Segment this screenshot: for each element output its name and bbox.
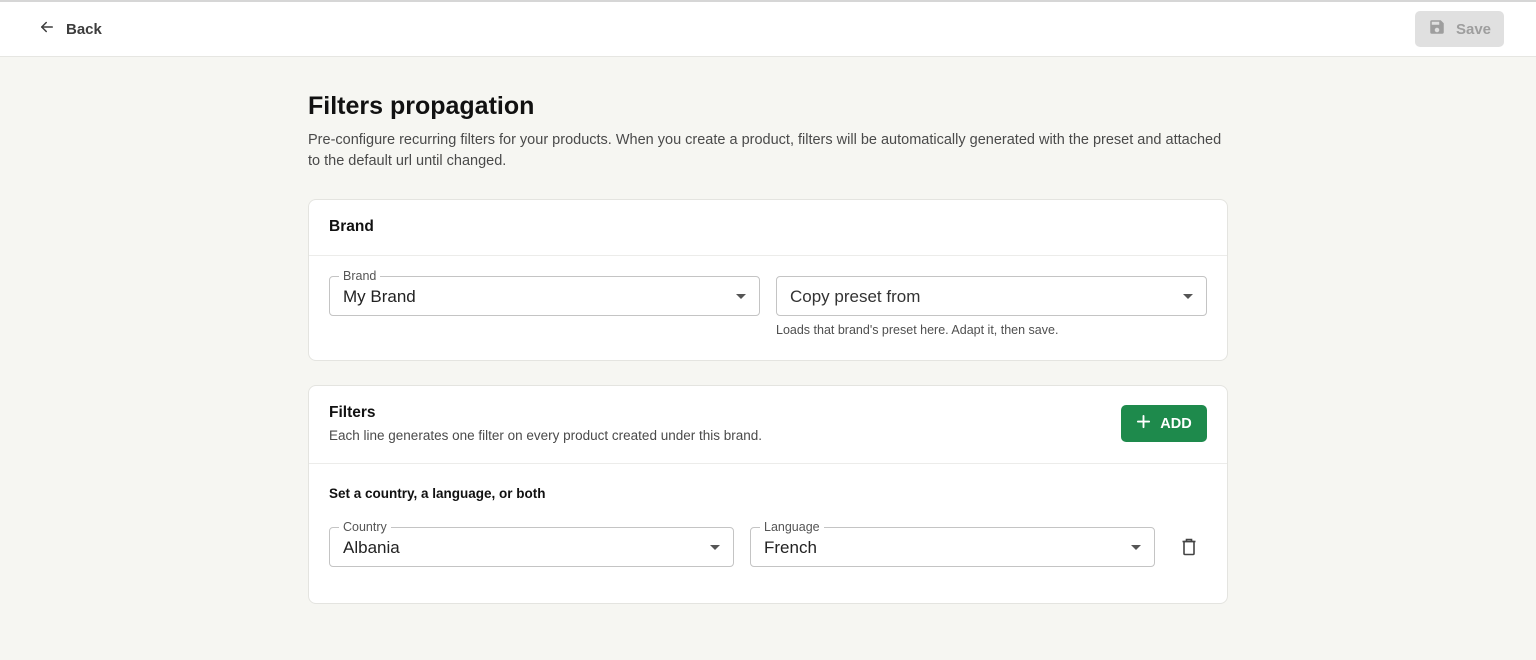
arrow-left-icon [38,18,56,40]
top-bar: Back Save [0,0,1536,57]
country-select[interactable]: Country Albania [329,519,734,567]
chevron-down-icon [710,545,720,550]
brand-select[interactable]: Brand My Brand [329,268,760,316]
language-select-label: Language [760,519,824,535]
brand-select-value: My Brand [343,287,416,306]
trash-icon [1181,538,1197,561]
page-title: Filters propagation [308,92,535,120]
copy-preset-helper: Loads that brand's preset here. Adapt it… [776,323,1059,337]
back-button[interactable]: Back [38,16,102,42]
add-filter-button[interactable]: ADD [1121,405,1207,442]
chevron-down-icon [1183,294,1193,299]
page-description: Pre-configure recurring filters for your… [308,132,1222,169]
brand-select-label: Brand [339,268,381,284]
save-button[interactable]: Save [1415,11,1504,47]
filters-card-title: Filters [329,404,376,421]
filter-section-label: Set a country, a language, or both [329,486,546,501]
copy-preset-select[interactable]: Copy preset from [776,276,1207,316]
country-select-value: Albania [343,538,400,557]
floppy-disk-icon [1428,18,1446,40]
chevron-down-icon [1131,545,1141,550]
language-select-value: French [764,538,817,557]
copy-preset-placeholder: Copy preset from [790,287,921,306]
brand-card-header: Brand [309,200,1227,256]
delete-filter-button[interactable] [1177,537,1201,561]
language-select[interactable]: Language French [750,519,1155,567]
country-select-label: Country [339,519,391,535]
brand-card: Brand Brand My Brand Copy preset from Lo… [308,199,1228,361]
brand-card-title: Brand [329,218,374,235]
plus-icon [1136,414,1151,433]
chevron-down-icon [736,294,746,299]
add-filter-label: ADD [1160,415,1192,432]
filters-card: Filters Each line generates one filter o… [308,385,1228,604]
filters-card-subtitle: Each line generates one filter on every … [329,428,763,443]
save-label: Save [1455,20,1492,38]
back-label: Back [66,20,102,38]
filters-card-header: Filters Each line generates one filter o… [309,386,1227,464]
